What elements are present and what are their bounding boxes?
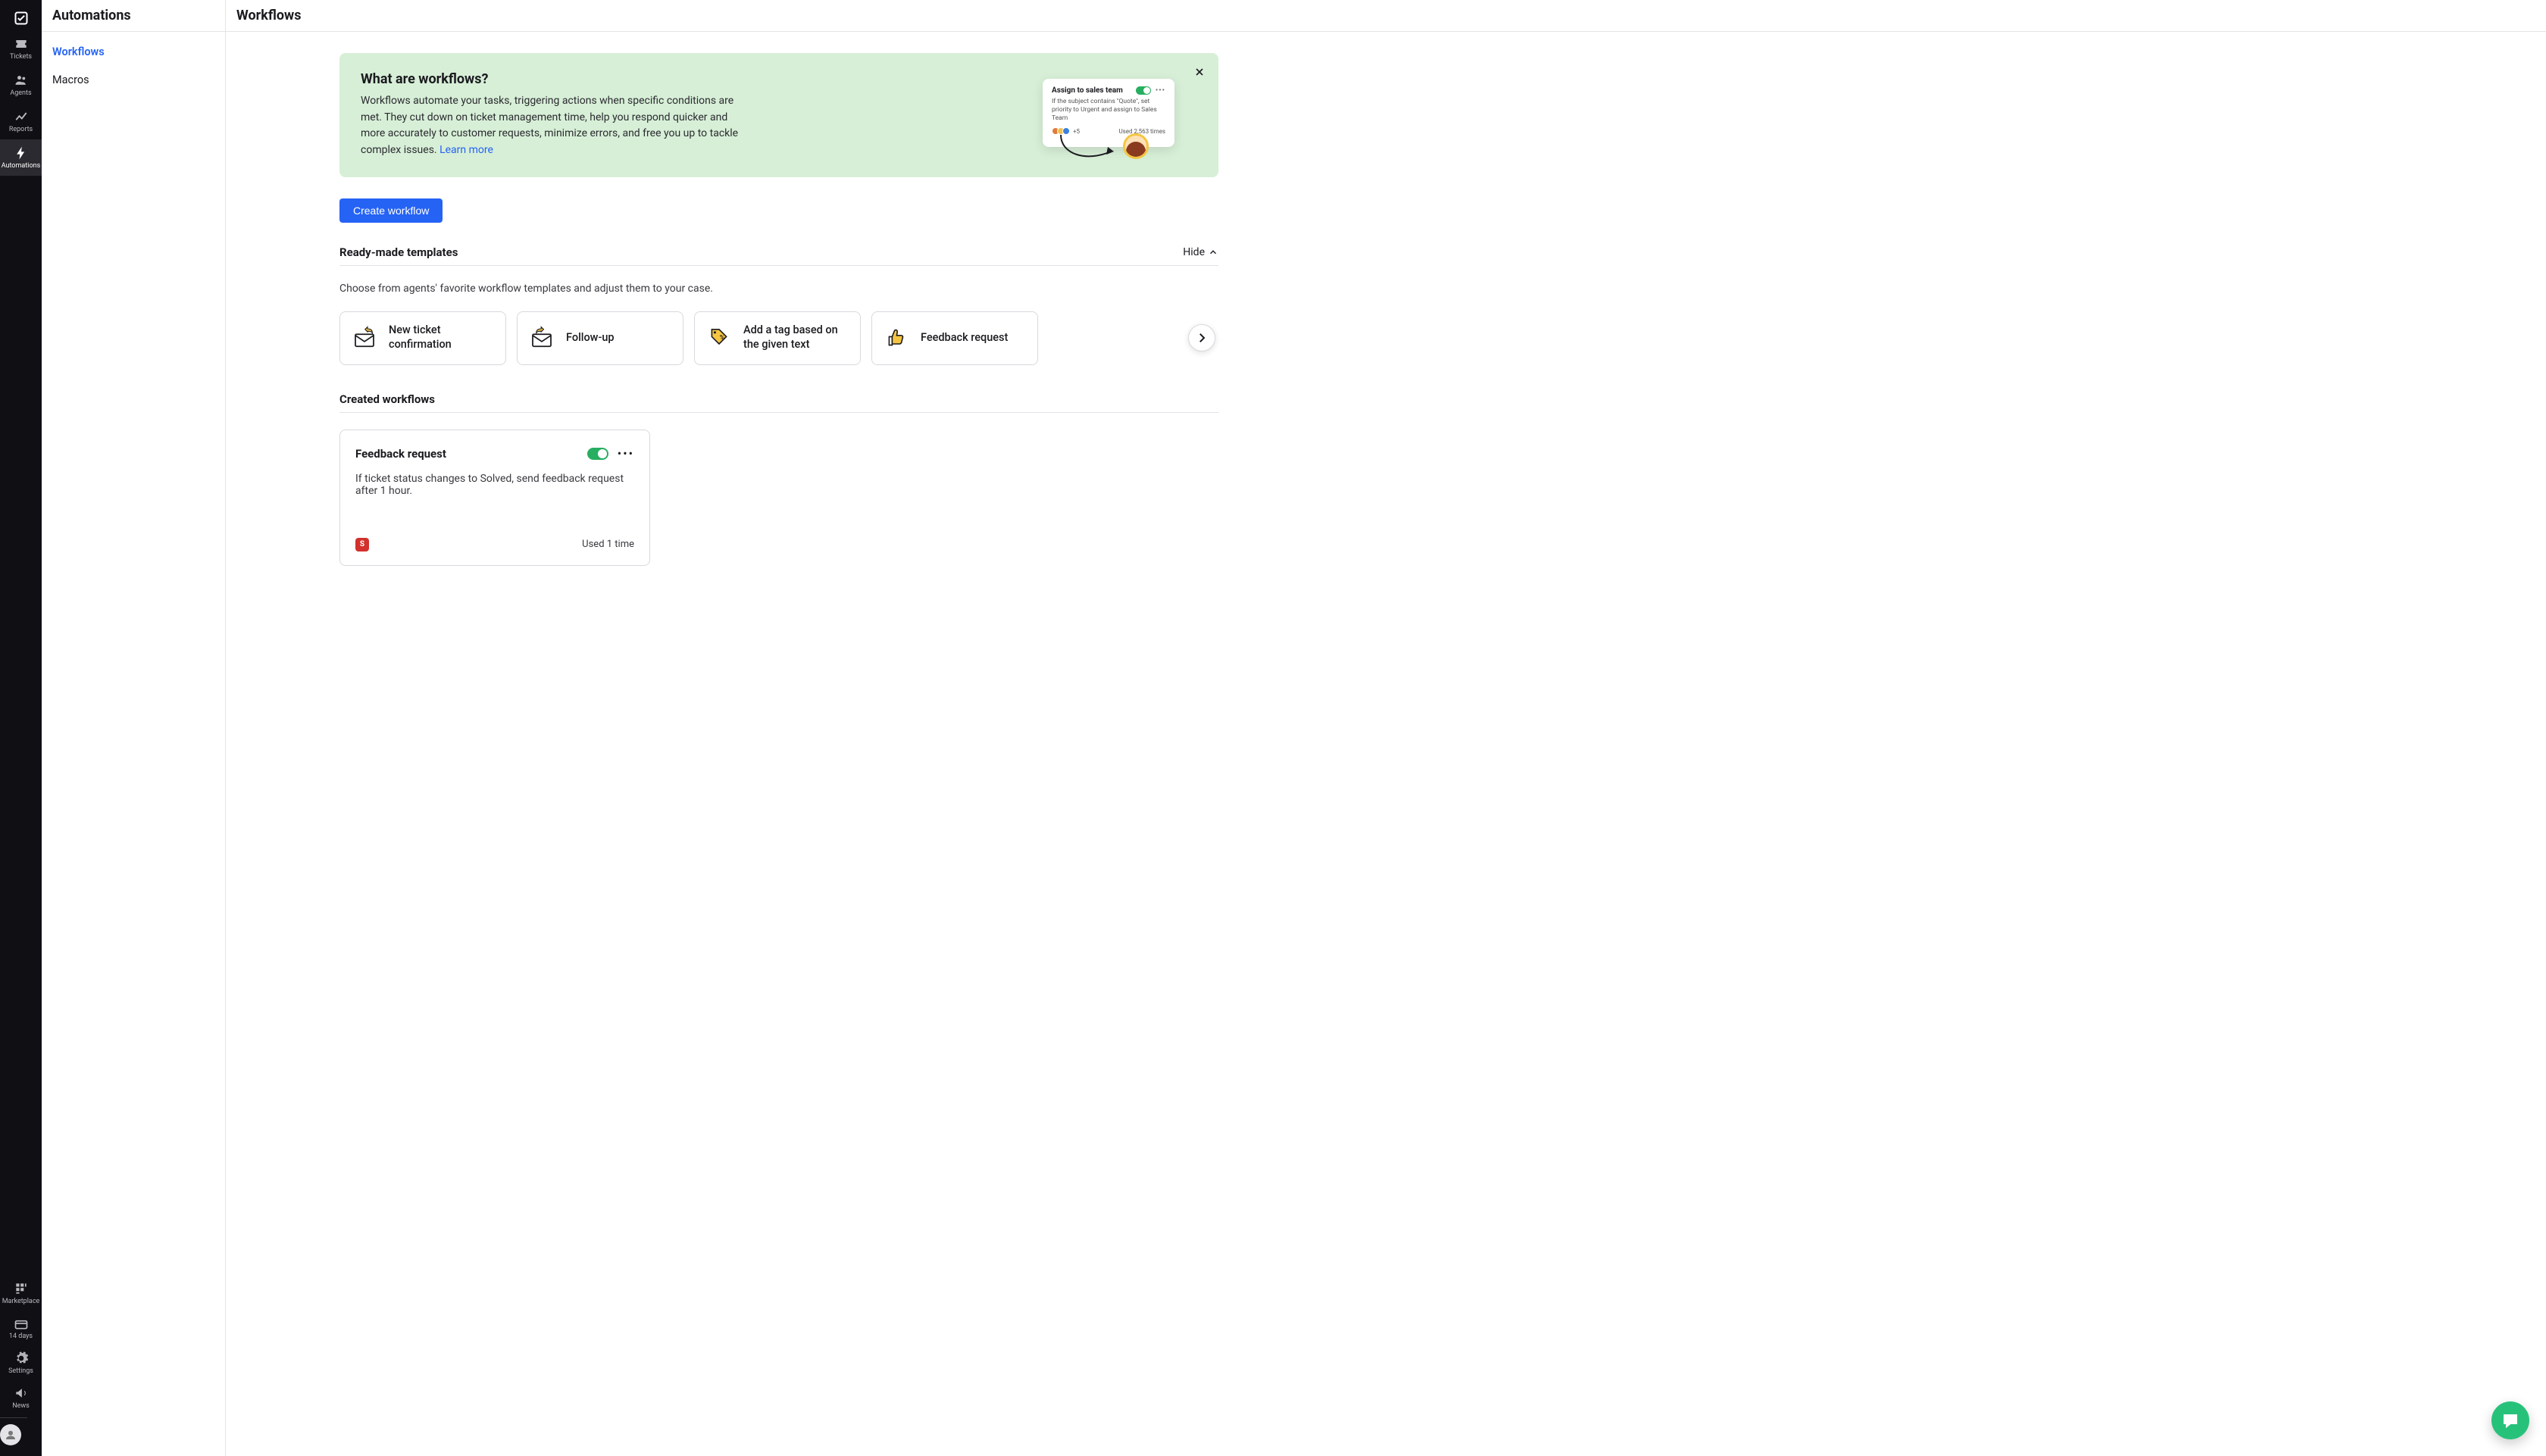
workflow-title: Feedback request bbox=[355, 447, 587, 461]
more-icon: ••• bbox=[1156, 86, 1165, 95]
chat-launcher[interactable] bbox=[2491, 1401, 2529, 1439]
template-card-tag[interactable]: % Add a tag based on the given text bbox=[694, 311, 861, 365]
nav-label: Agents bbox=[10, 90, 31, 97]
info-banner: What are workflows? Workflows automate y… bbox=[339, 53, 1218, 177]
app-logo-icon bbox=[14, 11, 29, 26]
template-label: Follow-up bbox=[566, 331, 615, 345]
nav-label: Marketplace bbox=[2, 1298, 40, 1305]
mail-forward-icon bbox=[530, 326, 554, 350]
workflow-card[interactable]: Feedback request ••• If ticket status ch… bbox=[339, 430, 650, 566]
banner-illustration: Assign to sales team ••• If the subject … bbox=[1043, 79, 1174, 147]
workflow-usage: Used 1 time bbox=[582, 539, 634, 550]
section-sidebar: Automations Workflows Macros bbox=[42, 0, 226, 1456]
face-icon bbox=[1123, 133, 1149, 159]
nav-label: Automations bbox=[2, 163, 40, 170]
nav-label: Reports bbox=[9, 127, 33, 133]
templates-section-header: Ready-made templates Hide bbox=[339, 245, 1218, 266]
section-description: Choose from agents' favorite workflow te… bbox=[339, 283, 1218, 295]
nav-label: News bbox=[12, 1403, 30, 1410]
nav-item-tickets[interactable]: Tickets bbox=[0, 30, 42, 67]
thumbs-up-icon bbox=[884, 326, 909, 350]
workflow-toggle[interactable] bbox=[587, 448, 608, 460]
nav-item-news[interactable]: News bbox=[0, 1380, 42, 1415]
chevron-up-icon bbox=[1208, 247, 1218, 258]
chevron-right-icon bbox=[1195, 331, 1209, 345]
illus-usage: Used 2,563 times bbox=[1118, 128, 1165, 135]
section-title: Created workflows bbox=[339, 392, 435, 406]
workflow-more-icon[interactable]: ••• bbox=[618, 448, 634, 460]
illus-desc: If the subject contains "Quote", set pri… bbox=[1052, 98, 1165, 123]
nav-item-reports[interactable]: Reports bbox=[0, 103, 42, 139]
sidebar-title: Automations bbox=[42, 0, 225, 32]
section-title: Ready-made templates bbox=[339, 245, 458, 259]
banner-body: Workflows automate your tasks, triggerin… bbox=[361, 93, 755, 159]
status-badge: S bbox=[355, 538, 369, 551]
divider bbox=[0, 1417, 27, 1418]
nav-item-automations[interactable]: Automations bbox=[0, 139, 42, 176]
workflow-description: If ticket status changes to Solved, send… bbox=[355, 473, 634, 497]
template-card-followup[interactable]: Follow-up bbox=[517, 311, 683, 365]
banner-title: What are workflows? bbox=[361, 71, 1059, 87]
illus-title: Assign to sales team bbox=[1052, 86, 1131, 95]
template-label: Add a tag based on the given text bbox=[743, 323, 848, 352]
hide-toggle[interactable]: Hide bbox=[1183, 246, 1218, 258]
user-avatar[interactable] bbox=[0, 1424, 21, 1445]
svg-text:%: % bbox=[720, 335, 725, 342]
chat-icon bbox=[2501, 1411, 2519, 1429]
template-card-feedback[interactable]: Feedback request bbox=[871, 311, 1038, 365]
template-label: New ticket confirmation bbox=[389, 323, 493, 352]
learn-more-link[interactable]: Learn more bbox=[439, 144, 493, 156]
scroll-next-button[interactable] bbox=[1188, 324, 1215, 352]
nav-item-settings[interactable]: Settings bbox=[0, 1345, 42, 1380]
mail-reply-icon bbox=[352, 326, 377, 350]
tag-icon: % bbox=[707, 326, 731, 350]
global-nav-rail: Tickets Agents Reports Automations Marke… bbox=[0, 0, 42, 1456]
created-section-header: Created workflows bbox=[339, 392, 1218, 413]
nav-item-trial[interactable]: 14 days bbox=[0, 1311, 42, 1345]
create-workflow-button[interactable]: Create workflow bbox=[339, 198, 443, 223]
nav-item-marketplace[interactable]: Marketplace bbox=[0, 1276, 42, 1311]
arrow-icon bbox=[1056, 132, 1124, 167]
page-title: Workflows bbox=[226, 0, 2546, 32]
toggle-icon bbox=[1136, 86, 1151, 95]
nav-label: Tickets bbox=[10, 54, 32, 61]
template-card-new-ticket[interactable]: New ticket confirmation bbox=[339, 311, 506, 365]
nav-label: Settings bbox=[8, 1368, 33, 1375]
nav-item-agents[interactable]: Agents bbox=[0, 67, 42, 103]
sidebar-item-workflows[interactable]: Workflows bbox=[42, 38, 225, 66]
main: Workflows What are workflows? Workflows … bbox=[226, 0, 2546, 1456]
templates-row: New ticket confirmation Follow-up % Add … bbox=[339, 311, 1218, 365]
close-icon[interactable] bbox=[1191, 64, 1208, 80]
sidebar-item-macros[interactable]: Macros bbox=[42, 66, 225, 94]
template-label: Feedback request bbox=[921, 331, 1008, 345]
nav-label: 14 days bbox=[9, 1333, 33, 1340]
